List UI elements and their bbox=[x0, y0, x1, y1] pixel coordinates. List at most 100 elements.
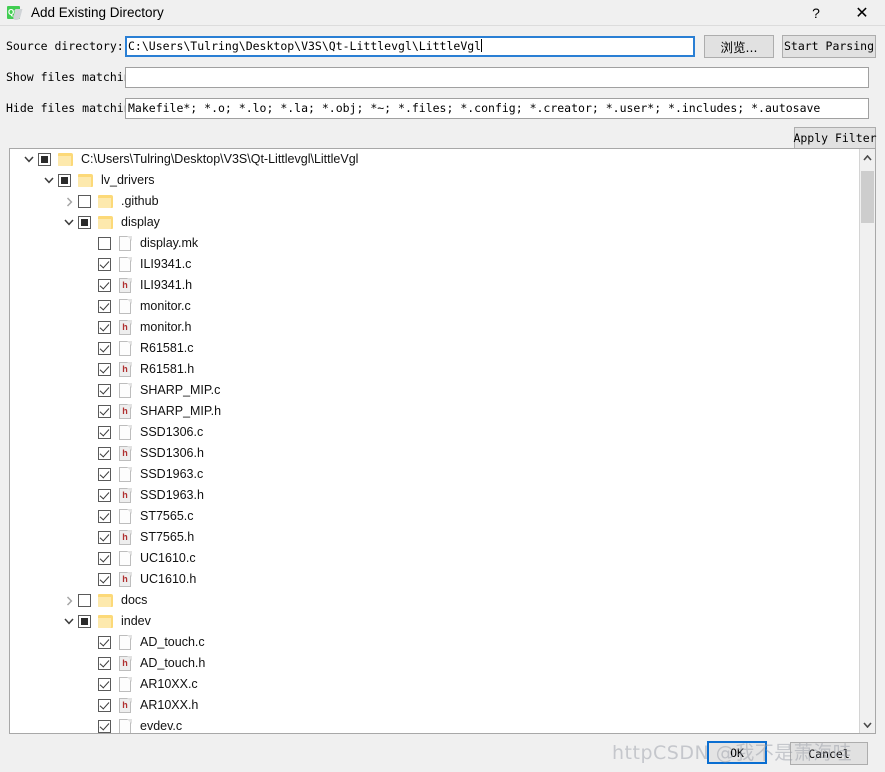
tree-row-label: display.mk bbox=[140, 236, 199, 250]
filter-form: Source directory: C:\Users\Tulring\Deskt… bbox=[0, 33, 885, 155]
tree-row[interactable]: h UC1610.h bbox=[10, 569, 859, 590]
cancel-button[interactable]: Cancel bbox=[790, 742, 868, 765]
tree-row[interactable]: SHARP_MIP.c bbox=[10, 380, 859, 401]
header-file-icon: h bbox=[118, 277, 133, 294]
tree-row[interactable]: h monitor.h bbox=[10, 317, 859, 338]
chevron-down-icon[interactable] bbox=[60, 212, 78, 233]
tree-checkbox[interactable] bbox=[78, 615, 91, 628]
tree-row[interactable]: monitor.c bbox=[10, 296, 859, 317]
tree-checkbox[interactable] bbox=[98, 657, 111, 670]
tree-row[interactable]: SSD1306.c bbox=[10, 422, 859, 443]
tree-row[interactable]: R61581.c bbox=[10, 338, 859, 359]
tree-row[interactable]: C:\Users\Tulring\Desktop\V3S\Qt-Littlevg… bbox=[10, 149, 859, 170]
tree-row-label: SSD1963.c bbox=[140, 467, 204, 481]
directory-tree-panel: C:\Users\Tulring\Desktop\V3S\Qt-Littlevg… bbox=[9, 148, 876, 734]
tree-indent-spacer bbox=[80, 254, 98, 275]
tree-row[interactable]: display.mk bbox=[10, 233, 859, 254]
tree-checkbox[interactable] bbox=[98, 636, 111, 649]
tree-checkbox[interactable] bbox=[98, 258, 111, 271]
directory-tree[interactable]: C:\Users\Tulring\Desktop\V3S\Qt-Littlevg… bbox=[10, 149, 859, 733]
tree-checkbox[interactable] bbox=[98, 678, 111, 691]
tree-checkbox[interactable] bbox=[98, 720, 111, 733]
tree-checkbox[interactable] bbox=[78, 594, 91, 607]
tree-indent-spacer bbox=[80, 422, 98, 443]
tree-row[interactable]: h ST7565.h bbox=[10, 527, 859, 548]
tree-row[interactable]: .github bbox=[10, 191, 859, 212]
tree-row[interactable]: h AR10XX.h bbox=[10, 695, 859, 716]
folder-icon bbox=[98, 215, 114, 230]
tree-checkbox[interactable] bbox=[98, 279, 111, 292]
tree-row[interactable]: ILI9341.c bbox=[10, 254, 859, 275]
tree-row[interactable]: AR10XX.c bbox=[10, 674, 859, 695]
dialog-button-bar: OK Cancel bbox=[0, 738, 885, 768]
ok-button[interactable]: OK bbox=[707, 741, 767, 764]
tree-row[interactable]: evdev.c bbox=[10, 716, 859, 733]
tree-row[interactable]: h R61581.h bbox=[10, 359, 859, 380]
source-file-icon bbox=[118, 550, 133, 567]
tree-row[interactable]: h AD_touch.h bbox=[10, 653, 859, 674]
tree-row[interactable]: h SSD1306.h bbox=[10, 443, 859, 464]
tree-checkbox[interactable] bbox=[58, 174, 71, 187]
source-directory-label: Source directory: bbox=[6, 39, 124, 53]
tree-row-label: AD_touch.h bbox=[140, 656, 206, 670]
tree-row[interactable]: h ILI9341.h bbox=[10, 275, 859, 296]
close-button[interactable]: ✕ bbox=[839, 0, 885, 25]
tree-indent-spacer bbox=[80, 506, 98, 527]
tree-checkbox[interactable] bbox=[98, 405, 111, 418]
tree-checkbox[interactable] bbox=[98, 699, 111, 712]
tree-checkbox[interactable] bbox=[98, 531, 111, 544]
tree-row-label: SSD1306.h bbox=[140, 446, 204, 460]
tree-checkbox[interactable] bbox=[98, 363, 111, 376]
tree-checkbox[interactable] bbox=[78, 195, 91, 208]
tree-row[interactable]: display bbox=[10, 212, 859, 233]
apply-filter-button[interactable]: Apply Filter bbox=[793, 126, 877, 150]
scroll-down-arrow-icon[interactable] bbox=[860, 716, 875, 733]
tree-row-label: lv_drivers bbox=[101, 173, 155, 187]
tree-row[interactable]: lv_drivers bbox=[10, 170, 859, 191]
source-directory-input[interactable]: C:\Users\Tulring\Desktop\V3S\Qt-Littlevg… bbox=[125, 35, 695, 57]
chevron-down-icon[interactable] bbox=[20, 149, 38, 170]
tree-checkbox[interactable] bbox=[38, 153, 51, 166]
tree-row[interactable]: h SSD1963.h bbox=[10, 485, 859, 506]
tree-checkbox[interactable] bbox=[98, 300, 111, 313]
help-button[interactable]: ? bbox=[793, 0, 839, 25]
header-file-icon: h bbox=[118, 403, 133, 420]
tree-row[interactable]: indev bbox=[10, 611, 859, 632]
tree-vertical-scrollbar[interactable] bbox=[859, 149, 875, 733]
tree-checkbox[interactable] bbox=[98, 384, 111, 397]
tree-row[interactable]: AD_touch.c bbox=[10, 632, 859, 653]
tree-checkbox[interactable] bbox=[78, 216, 91, 229]
tree-checkbox[interactable] bbox=[98, 426, 111, 439]
tree-indent-spacer bbox=[80, 296, 98, 317]
hide-files-input[interactable]: Makefile*; *.o; *.lo; *.la; *.obj; *~; *… bbox=[125, 97, 869, 119]
tree-checkbox[interactable] bbox=[98, 573, 111, 586]
tree-row[interactable]: SSD1963.c bbox=[10, 464, 859, 485]
tree-checkbox[interactable] bbox=[98, 342, 111, 355]
tree-indent-spacer bbox=[80, 485, 98, 506]
chevron-down-icon[interactable] bbox=[60, 611, 78, 632]
chevron-down-icon[interactable] bbox=[40, 170, 58, 191]
tree-checkbox[interactable] bbox=[98, 489, 111, 502]
tree-checkbox[interactable] bbox=[98, 447, 111, 460]
tree-checkbox[interactable] bbox=[98, 510, 111, 523]
chevron-right-icon[interactable] bbox=[60, 590, 78, 611]
scrollbar-thumb[interactable] bbox=[861, 171, 874, 223]
browse-button[interactable]: 浏览... bbox=[704, 34, 774, 58]
tree-row[interactable]: h SHARP_MIP.h bbox=[10, 401, 859, 422]
tree-checkbox[interactable] bbox=[98, 468, 111, 481]
tree-row[interactable]: UC1610.c bbox=[10, 548, 859, 569]
tree-row[interactable]: ST7565.c bbox=[10, 506, 859, 527]
chevron-right-icon[interactable] bbox=[60, 191, 78, 212]
source-file-icon bbox=[118, 424, 133, 441]
start-parsing-button[interactable]: Start Parsing bbox=[782, 34, 876, 58]
show-files-input[interactable] bbox=[125, 66, 869, 88]
scroll-up-arrow-icon[interactable] bbox=[860, 149, 875, 166]
tree-row[interactable]: docs bbox=[10, 590, 859, 611]
header-file-icon: h bbox=[118, 361, 133, 378]
tree-checkbox[interactable] bbox=[98, 321, 111, 334]
tree-checkbox[interactable] bbox=[98, 237, 111, 250]
tree-row-label: ILI9341.c bbox=[140, 257, 192, 271]
tree-checkbox[interactable] bbox=[98, 552, 111, 565]
header-file-icon: h bbox=[118, 697, 133, 714]
title-bar: Qt Add Existing Directory ? ✕ bbox=[0, 0, 885, 25]
